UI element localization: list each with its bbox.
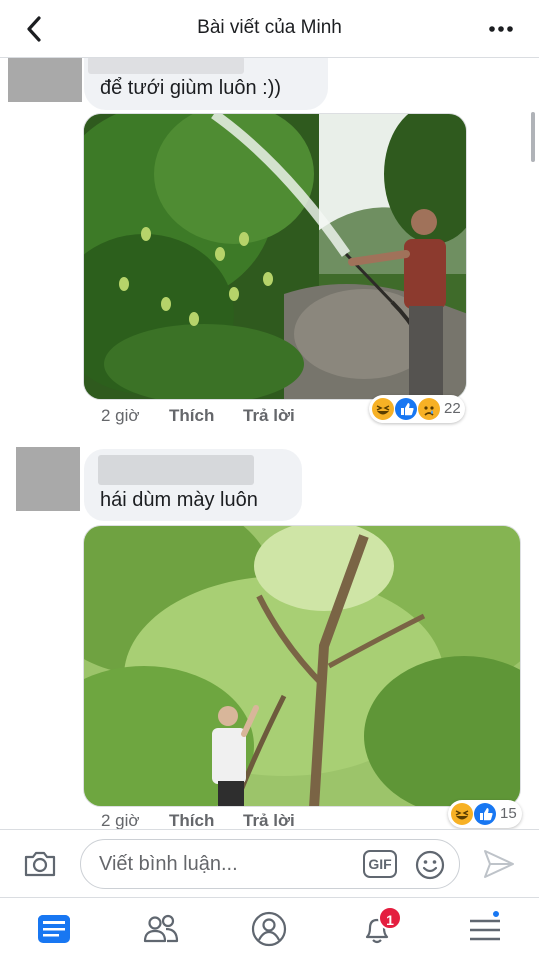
comment-photo[interactable]	[83, 525, 521, 807]
comment-actions: 2 giờ Thích Trả lời	[101, 406, 341, 428]
send-button[interactable]	[482, 848, 516, 880]
reply-link[interactable]: Trả lời	[243, 406, 295, 426]
haha-icon	[372, 398, 394, 420]
mango-tree-climbing-photo	[84, 526, 520, 806]
author-name[interactable]	[98, 455, 254, 485]
comment-bubble[interactable]: hái dùm mày luôn	[84, 449, 302, 521]
comment-time: 2 giờ	[101, 811, 140, 830]
scrollbar[interactable]	[531, 112, 535, 162]
reaction-summary[interactable]: 22	[369, 395, 465, 423]
comment-photo[interactable]	[83, 113, 467, 400]
send-icon	[484, 850, 514, 878]
gif-button[interactable]: GIF	[363, 850, 397, 878]
profile-icon	[251, 911, 287, 947]
avatar[interactable]	[16, 447, 80, 511]
mango-tree-watering-photo	[84, 114, 466, 399]
reaction-count: 15	[500, 805, 517, 822]
smiley-icon	[415, 850, 445, 880]
comment-input[interactable]: Viết bình luận... GIF	[80, 839, 460, 889]
comment-text: để tưới giùm luôn :))	[100, 77, 282, 99]
reaction-count: 22	[444, 400, 461, 417]
more-dots-icon	[489, 26, 513, 32]
haha-icon	[451, 803, 473, 825]
emoji-button[interactable]	[414, 849, 446, 881]
comment-text: hái dùm mày luôn	[100, 489, 258, 511]
like-icon	[474, 803, 496, 825]
page-title: Bài viết của Minh	[197, 17, 342, 38]
avatar[interactable]	[8, 58, 82, 102]
like-link[interactable]: Thích	[169, 811, 214, 831]
like-icon	[395, 398, 417, 420]
tab-news-feed[interactable]	[35, 910, 73, 948]
news-feed-icon	[38, 915, 70, 943]
comment-input-placeholder: Viết bình luận...	[99, 853, 238, 875]
like-link[interactable]: Thích	[169, 406, 214, 426]
tab-notifications[interactable]: 1	[358, 906, 402, 948]
sad-icon	[418, 398, 440, 420]
comment-composer: Viết bình luận... GIF	[0, 829, 539, 897]
comment-bubble[interactable]: để tưới giùm luôn :))	[84, 52, 328, 110]
bottom-tab-bar: 1	[0, 897, 539, 960]
menu-update-dot	[491, 909, 501, 919]
reply-link[interactable]: Trả lời	[243, 811, 295, 831]
more-options-button[interactable]	[487, 18, 517, 40]
author-name[interactable]	[88, 56, 244, 74]
camera-button[interactable]	[22, 847, 58, 881]
tab-menu[interactable]	[466, 909, 504, 948]
comment-time: 2 giờ	[101, 406, 140, 425]
notification-badge: 1	[378, 906, 402, 930]
reaction-summary[interactable]: 15	[448, 800, 522, 828]
friends-icon	[143, 914, 179, 943]
camera-icon	[24, 851, 56, 877]
tab-profile[interactable]	[250, 910, 288, 948]
tab-friends[interactable]	[142, 910, 180, 948]
top-bar: Bài viết của Minh	[0, 0, 539, 58]
